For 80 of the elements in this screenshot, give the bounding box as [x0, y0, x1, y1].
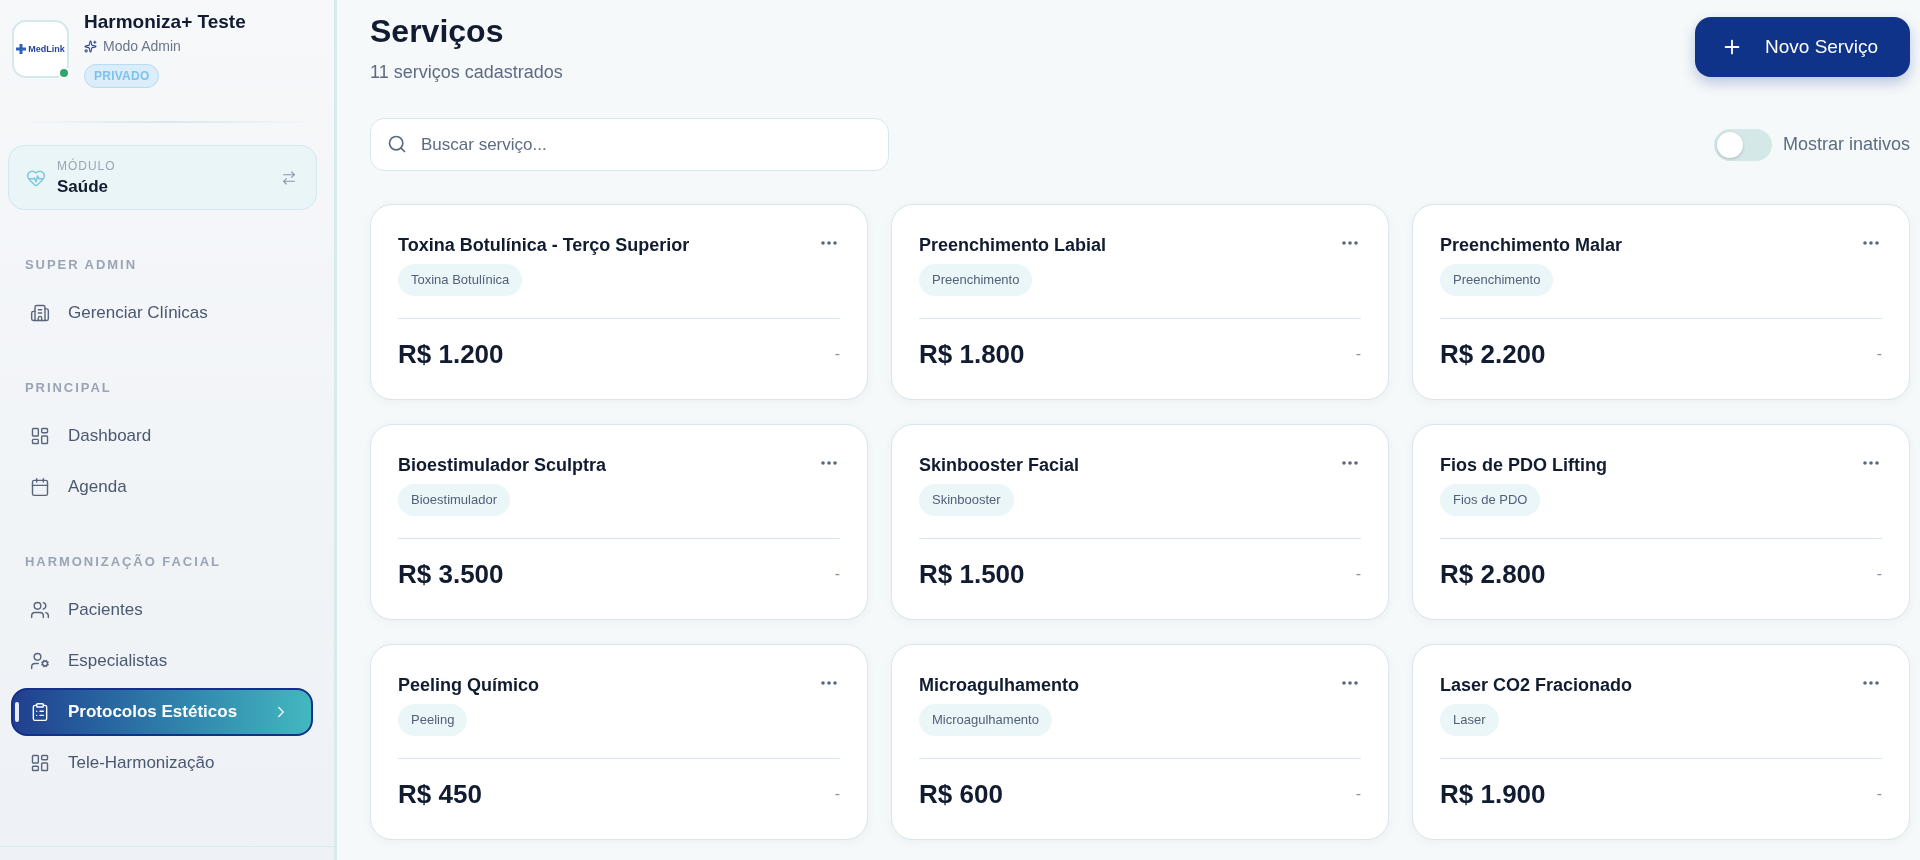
nav-item[interactable]: Especialistas	[11, 637, 313, 685]
module-label: MÓDULO	[57, 157, 116, 174]
service-price: R$ 600	[919, 778, 1003, 811]
category-badge: Microagulhamento	[919, 704, 1052, 736]
price-note: -	[1355, 564, 1361, 584]
privacy-badge: PRIVADO	[84, 64, 160, 88]
sparkles-icon	[84, 39, 97, 53]
new-service-button[interactable]: Novo Serviço	[1695, 17, 1910, 77]
ellipsis-icon	[1863, 241, 1879, 245]
users-icon	[30, 600, 50, 620]
nav-item[interactable]: Agenda	[11, 463, 313, 511]
user-gear-icon	[30, 651, 50, 671]
category-badge: Peeling	[398, 704, 468, 736]
ellipsis-icon	[821, 241, 837, 245]
dashboard-icon	[30, 426, 50, 446]
service-price: R$ 2.800	[1440, 558, 1546, 591]
ellipsis-icon	[1342, 461, 1358, 465]
price-note: -	[1876, 344, 1882, 364]
category-badge: Bioestimulador	[398, 484, 510, 516]
category-badge: Fios de PDO	[1440, 484, 1541, 516]
toggle-label: Mostrar inativos	[1782, 133, 1910, 156]
workspace-name: Harmoniza+ Teste	[84, 10, 246, 34]
service-price: R$ 1.200	[398, 338, 504, 371]
ellipsis-icon	[821, 681, 837, 685]
ellipsis-icon	[821, 461, 837, 465]
ellipsis-icon	[1342, 241, 1358, 245]
service-name: Microagulhamento	[919, 674, 1079, 697]
clipboard-icon	[30, 702, 50, 722]
service-name: Preenchimento Malar	[1440, 234, 1623, 257]
nav-item[interactable]: Gerenciar Clínicas	[11, 289, 313, 337]
building-icon	[30, 303, 50, 323]
service-name: Preenchimento Labial	[919, 234, 1107, 257]
swap-arrows-icon	[281, 169, 297, 186]
category-badge: Preenchimento	[919, 264, 1033, 296]
ellipsis-icon	[1863, 461, 1879, 465]
service-price: R$ 1.800	[919, 338, 1025, 371]
category-badge: Laser	[1440, 704, 1499, 736]
price-note: -	[834, 344, 840, 364]
active-indicator-icon	[15, 702, 19, 722]
service-price: R$ 2.200	[1440, 338, 1546, 371]
nav-item[interactable]: Dashboard	[11, 412, 313, 460]
category-badge: Skinbooster	[919, 484, 1014, 516]
cross-icon	[16, 44, 27, 54]
nav-item[interactable]: Pacientes	[11, 586, 313, 634]
section-label: SUPER ADMIN	[24, 256, 137, 274]
service-name: Peeling Químico	[398, 674, 540, 697]
logo-text: MedLink	[28, 43, 65, 55]
price-note: -	[1876, 784, 1882, 804]
service-price: R$ 1.500	[919, 558, 1025, 591]
search-field[interactable]: Buscar serviço...	[370, 118, 889, 171]
heart-pulse-icon	[26, 167, 46, 188]
section-label: PRINCIPAL	[24, 379, 112, 397]
ellipsis-icon	[1342, 681, 1358, 685]
service-price: R$ 1.900	[1440, 778, 1546, 811]
page-subtitle: 11 serviços cadastrados	[370, 61, 563, 84]
service-name: Laser CO2 Fracionado	[1440, 674, 1633, 697]
price-note: -	[1876, 564, 1882, 584]
section-label: HARMONIZAÇÃO FACIAL	[24, 553, 221, 571]
service-name: Fios de PDO Lifting	[1440, 454, 1607, 477]
service-name: Bioestimulador Sculptra	[398, 454, 607, 477]
search-icon	[387, 134, 407, 154]
module-name: Saúde	[57, 175, 109, 198]
service-name: Toxina Botulínica - Terço Superior	[398, 234, 690, 257]
price-note: -	[1355, 344, 1361, 364]
role-text: Modo Admin	[103, 37, 181, 56]
category-badge: Toxina Botulínica	[398, 264, 523, 296]
nav-item[interactable]: Tele-Harmonização	[11, 739, 313, 787]
service-name: Skinbooster Facial	[919, 454, 1080, 477]
price-note: -	[834, 784, 840, 804]
dashboard-icon	[30, 753, 50, 773]
ellipsis-icon	[1863, 681, 1879, 685]
nav-item[interactable]: Protocolos Estéticos	[11, 688, 313, 736]
service-price: R$ 450	[398, 778, 482, 811]
category-badge: Preenchimento	[1440, 264, 1554, 296]
page-title: Serviços	[370, 12, 504, 51]
service-price: R$ 3.500	[398, 558, 504, 591]
price-note: -	[834, 564, 840, 584]
toggle-switch[interactable]	[1713, 128, 1772, 161]
calendar-icon	[30, 477, 50, 497]
price-note: -	[1355, 784, 1361, 804]
